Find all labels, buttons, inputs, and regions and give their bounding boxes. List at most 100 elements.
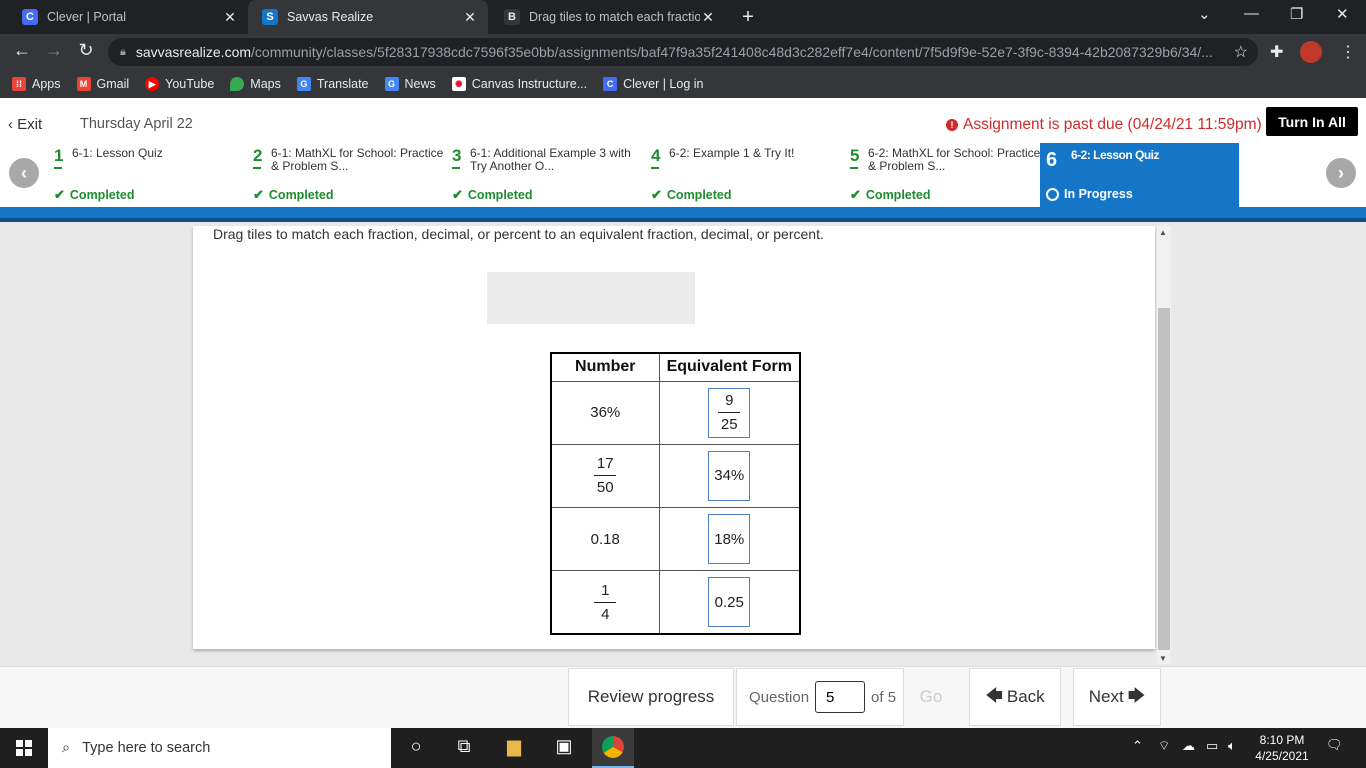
address-bar[interactable]: 🔒︎ savvasrealize.com /community/classes/…	[108, 38, 1258, 66]
table-row: 36% 9 25	[550, 380, 801, 445]
turn-in-all-button[interactable]: Turn In All	[1266, 107, 1358, 136]
step-5[interactable]: 5 6-2: MathXL for School: Practice & Pro…	[850, 143, 1048, 207]
clever-icon: C	[22, 9, 38, 25]
profile-avatar[interactable]	[1300, 41, 1322, 63]
step-name: 6-1: Additional Example 3 with Try Anoth…	[470, 146, 631, 173]
close-tab-icon[interactable]: ✕	[700, 9, 716, 26]
answer-cell: 0.25	[658, 570, 801, 635]
numerator: 17	[596, 455, 614, 473]
checkmark-icon: ✔	[253, 187, 264, 202]
youtube-icon: ▶	[145, 77, 160, 91]
review-progress-button[interactable]: Review progress	[568, 668, 734, 726]
next-button[interactable]: Next 🡆	[1073, 668, 1161, 726]
number-cell: 1 4	[550, 570, 660, 635]
bookmark-canvas[interactable]: ✺ Canvas Instructure...	[451, 77, 587, 91]
step-number: 6	[1046, 149, 1058, 171]
taskbar-chrome[interactable]	[592, 728, 634, 768]
taskbar-clock[interactable]: 8:10 PM 4/25/2021	[1252, 732, 1312, 764]
scrollbar-thumb[interactable]	[1158, 308, 1170, 650]
task-view-icon[interactable]: ⧉	[452, 736, 476, 757]
exit-button[interactable]: ‹ Exit	[8, 116, 42, 133]
onedrive-icon[interactable]: ☁	[1182, 738, 1195, 754]
bookmark-gmail[interactable]: M Gmail	[76, 77, 129, 91]
numerator: 9	[725, 392, 734, 410]
answer-tile[interactable]: 9 25	[708, 387, 751, 438]
arrow-right-icon: 🡆	[1127, 685, 1146, 705]
numerator: 1	[601, 581, 610, 599]
question-total: of 5	[871, 688, 897, 706]
exit-label: Exit	[17, 116, 43, 133]
network-icon[interactable]: ⌔	[1158, 738, 1170, 754]
battery-icon[interactable]: ▭	[1206, 738, 1218, 754]
menu-dots-icon[interactable]: ⋮	[1340, 42, 1356, 62]
pearson-icon: B	[504, 9, 520, 25]
step-6-current[interactable]: 6 6-2: Lesson Quiz In Progress	[1040, 143, 1239, 207]
taskbar-search[interactable]: ⌕ Type here to search	[48, 728, 391, 768]
next-step-arrow-icon[interactable]: ›	[1326, 158, 1356, 188]
answer-tile[interactable]: 18%	[708, 514, 751, 565]
bookmark-label: Apps	[32, 77, 61, 91]
bookmark-star-icon[interactable]: ☆	[1234, 42, 1248, 62]
close-tab-icon[interactable]: ✕	[222, 9, 238, 26]
bookmark-maps[interactable]: Maps	[230, 77, 281, 91]
question-jump: Question of 5	[736, 668, 904, 726]
step-1[interactable]: 1 6-1: Lesson Quiz ✔ Completed	[54, 143, 252, 207]
minimize-icon[interactable]: —	[1244, 5, 1259, 22]
go-button[interactable]: Go	[905, 668, 957, 726]
scroll-up-arrow-icon[interactable]: ▲	[1159, 228, 1167, 237]
step-status-label: Completed	[467, 188, 533, 202]
tab-clever-portal[interactable]: C Clever | Portal ✕	[8, 0, 248, 34]
chevron-up-icon[interactable]: ⌃	[1132, 738, 1143, 754]
bookmark-youtube[interactable]: ▶ YouTube	[145, 77, 214, 91]
step-3[interactable]: 3 6-1: Additional Example 3 with Try Ano…	[452, 143, 650, 207]
cortana-icon[interactable]: ○	[404, 736, 428, 757]
denominator: 4	[601, 605, 610, 623]
close-tab-icon[interactable]: ✕	[462, 9, 478, 26]
previous-step-arrow-icon[interactable]: ‹	[9, 158, 39, 188]
reload-icon[interactable]: ↻	[74, 40, 98, 61]
windows-start-icon[interactable]	[16, 740, 32, 756]
step-status-label: Completed	[865, 188, 931, 202]
bookmark-translate[interactable]: G Translate	[296, 77, 369, 91]
step-status-label: In Progress	[1064, 187, 1133, 201]
bookmark-label: YouTube	[165, 77, 215, 91]
table-row: 1 4 0.25	[550, 570, 801, 635]
step-number: 1	[54, 146, 64, 165]
file-explorer-icon[interactable]: ▆	[502, 736, 526, 757]
chevron-left-icon: ‹	[8, 116, 13, 133]
content-scrollbar[interactable]: ▲ ▼	[1157, 226, 1171, 664]
header-accent-bar	[0, 207, 1366, 222]
matching-table: Number Equivalent Form 36% 9 25 17 50 34…	[550, 352, 801, 635]
bookmark-apps[interactable]: ⁞⁞ Apps	[12, 77, 61, 91]
answer-tile[interactable]: 0.25	[708, 577, 751, 628]
translate-icon: G	[296, 77, 311, 91]
past-due-text: Assignment is past due (04/24/21 11:59pm…	[963, 116, 1262, 133]
close-window-icon[interactable]: ✕	[1336, 5, 1349, 23]
forward-arrow-icon[interactable]: →	[42, 40, 66, 61]
tab-search-icon[interactable]: ⌄	[1198, 5, 1211, 23]
answer-tile[interactable]: 34%	[708, 450, 751, 501]
volume-icon[interactable]: 🔈︎	[1228, 738, 1236, 754]
bookmark-clever[interactable]: C Clever | Log in	[603, 77, 703, 91]
back-button[interactable]: 🡄 Back	[969, 668, 1061, 726]
tile-bank[interactable]	[487, 272, 695, 324]
extensions-puzzle-icon[interactable]: ✚	[1270, 42, 1283, 62]
step-2[interactable]: 2 6-1: MathXL for School: Practice & Pro…	[253, 143, 451, 207]
arrow-left-icon: 🡄	[985, 685, 1003, 705]
step-name: 6-2: Lesson Quiz	[1071, 148, 1160, 162]
step-4[interactable]: 4 6-2: Example 1 & Try It! ✔ Completed	[651, 143, 849, 207]
step-name: 6-2: Example 1 & Try It!	[669, 146, 795, 160]
question-number-input[interactable]	[815, 681, 866, 713]
table-row: 17 50 34%	[550, 443, 801, 509]
tab-drag-tiles[interactable]: B Drag tiles to match each fraction ✕	[490, 0, 726, 34]
store-icon[interactable]: ▣	[552, 736, 576, 757]
bookmark-news[interactable]: G News	[384, 77, 436, 91]
new-tab-button[interactable]: +	[738, 6, 758, 29]
tab-savvas-realize[interactable]: S Savvas Realize ✕	[248, 0, 488, 34]
notifications-icon[interactable]: 🗨︎	[1326, 737, 1343, 753]
restore-icon[interactable]: ❐	[1290, 5, 1303, 23]
scroll-down-arrow-icon[interactable]: ▼	[1159, 654, 1167, 663]
clever-icon: C	[603, 77, 618, 91]
checkmark-icon: ✔	[452, 187, 463, 202]
back-arrow-icon[interactable]: ←	[10, 40, 34, 61]
